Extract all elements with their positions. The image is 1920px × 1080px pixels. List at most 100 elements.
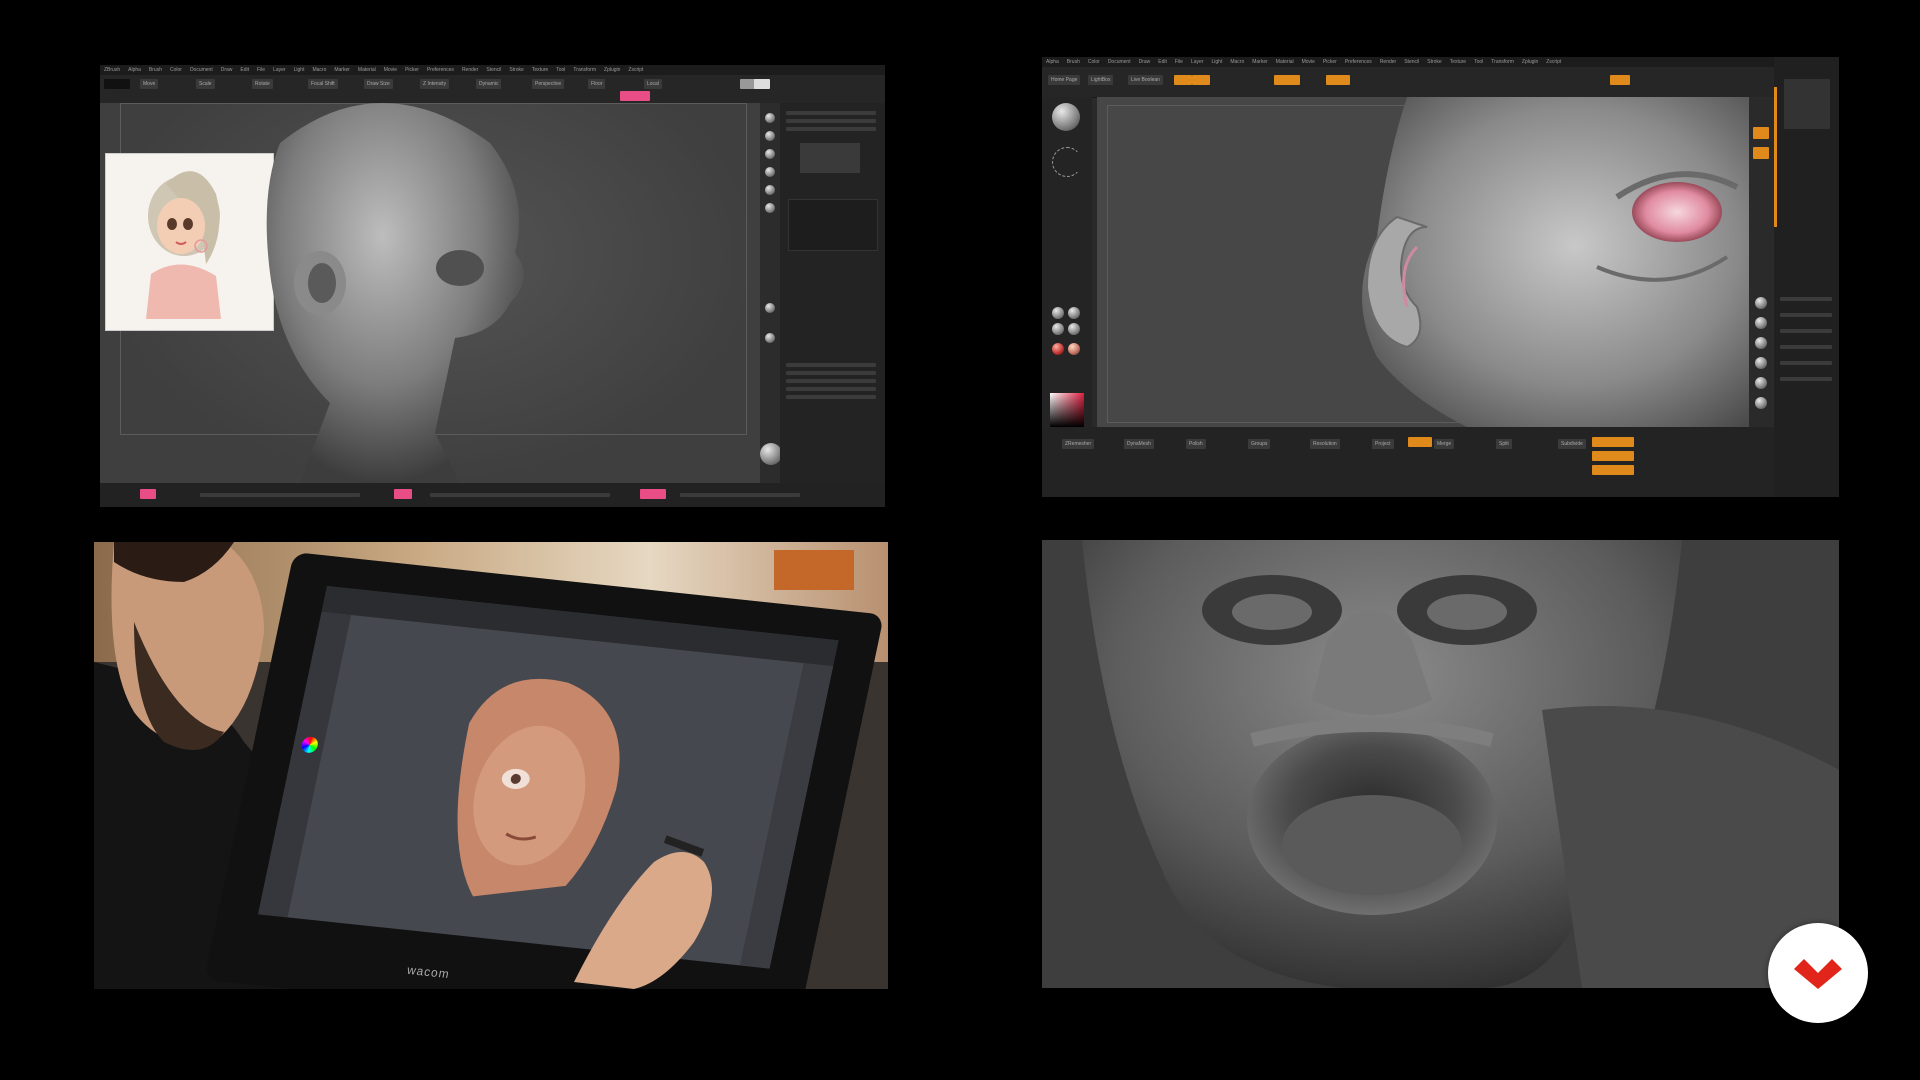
menu-item[interactable]: Render: [1380, 59, 1396, 65]
menu-item[interactable]: Picker: [1323, 59, 1337, 65]
material-sphere-icon[interactable]: [760, 443, 782, 465]
menu-item[interactable]: Transform: [573, 67, 596, 73]
tool-thumb-2[interactable]: [754, 79, 770, 89]
sphere-icon[interactable]: [1755, 397, 1767, 409]
sphere-icon[interactable]: [765, 167, 775, 177]
toolbar-button[interactable]: ZRemesher: [1062, 439, 1095, 449]
sphere-icon[interactable]: [765, 131, 775, 141]
menu-item[interactable]: Macro: [1230, 59, 1244, 65]
draw-button[interactable]: [1192, 75, 1210, 85]
menu-item[interactable]: Texture: [1450, 59, 1466, 65]
sphere-icon[interactable]: [1755, 377, 1767, 389]
bpr-button[interactable]: [1753, 127, 1769, 139]
menu-item[interactable]: Material: [1276, 59, 1294, 65]
menu-item[interactable]: Document: [1108, 59, 1131, 65]
toolbar-button[interactable]: Subdivide: [1558, 439, 1586, 449]
subtool-thumb[interactable]: [800, 143, 860, 173]
menu-item[interactable]: Marker: [334, 67, 350, 73]
sphere-icon[interactable]: [765, 185, 775, 195]
menu-item[interactable]: File: [257, 67, 265, 73]
menu-item[interactable]: Zplugin: [604, 67, 620, 73]
menu-item[interactable]: Render: [462, 67, 478, 73]
menu-item[interactable]: Movie: [1302, 59, 1315, 65]
toolbar-button[interactable]: DynaMesh: [1124, 439, 1154, 449]
stroke-icon[interactable]: [1052, 147, 1082, 177]
material-icon[interactable]: [1068, 307, 1080, 319]
menu-item[interactable]: Material: [358, 67, 376, 73]
menu-item[interactable]: Picker: [405, 67, 419, 73]
edit-button[interactable]: [1174, 75, 1192, 85]
menu-item[interactable]: Color: [170, 67, 182, 73]
subtool-list[interactable]: [788, 199, 878, 251]
toolbar-button[interactable]: Groups: [1248, 439, 1271, 449]
menu-item[interactable]: Transform: [1491, 59, 1514, 65]
menu-item[interactable]: Light: [1211, 59, 1222, 65]
brand-logo-badge[interactable]: [1768, 923, 1868, 1023]
toolbar-button[interactable]: Move: [140, 79, 159, 89]
persp-button[interactable]: [1610, 75, 1630, 85]
menu-item[interactable]: Document: [190, 67, 213, 73]
brush-sphere-icon[interactable]: [1052, 103, 1080, 131]
menu-item[interactable]: Brush: [1067, 59, 1080, 65]
zadd-button[interactable]: [640, 489, 666, 499]
menu-item[interactable]: File: [1175, 59, 1183, 65]
menu-item[interactable]: Edit: [240, 67, 249, 73]
color-picker-icon[interactable]: [1050, 393, 1084, 427]
draw-size-slider[interactable]: [620, 91, 650, 101]
menu-item[interactable]: Layer: [1191, 59, 1204, 65]
menu-item[interactable]: Stencil: [1404, 59, 1419, 65]
viewport[interactable]: [1097, 97, 1749, 427]
toolbar-button[interactable]: LightBox: [1088, 75, 1114, 85]
zremesher-button[interactable]: [1408, 437, 1432, 447]
toolbar-button[interactable]: Split: [1496, 439, 1512, 449]
menu-item[interactable]: Tool: [556, 67, 565, 73]
menu-item[interactable]: Texture: [532, 67, 548, 73]
toolbar-button[interactable]: Merge: [1434, 439, 1455, 449]
toolbar-button[interactable]: Polish: [1186, 439, 1206, 449]
toolbar-button[interactable]: Resolution: [1310, 439, 1340, 449]
subtool-thumb[interactable]: [1784, 79, 1830, 129]
menu-item[interactable]: Preferences: [427, 67, 454, 73]
edit-button[interactable]: [394, 489, 412, 499]
menu-item[interactable]: ZBrush: [104, 67, 120, 73]
sphere-icon[interactable]: [1755, 357, 1767, 369]
color-swatch[interactable]: [104, 79, 130, 89]
mrgb-button[interactable]: [140, 489, 156, 499]
toolbar-button[interactable]: Rotate: [252, 79, 273, 89]
toolbar-button[interactable]: Perspective: [532, 79, 565, 89]
scroll-indicator[interactable]: [1774, 87, 1777, 227]
sphere-icon[interactable]: [765, 113, 775, 123]
menu-item[interactable]: Zscript: [628, 67, 643, 73]
menu-item[interactable]: Draw: [1139, 59, 1151, 65]
menu-item[interactable]: Alpha: [1046, 59, 1059, 65]
toolbar-button[interactable]: Local: [644, 79, 662, 89]
toolbar-button[interactable]: Floor: [588, 79, 606, 89]
menu-item[interactable]: Edit: [1158, 59, 1167, 65]
menu-item[interactable]: Zscript: [1546, 59, 1561, 65]
sphere-icon[interactable]: [1755, 297, 1767, 309]
menu-item[interactable]: Alpha: [128, 67, 141, 73]
menu-item[interactable]: Stroke: [509, 67, 523, 73]
toolbar-button[interactable]: Live Boolean: [1128, 75, 1163, 85]
menu-item[interactable]: Layer: [273, 67, 286, 73]
material-icon[interactable]: [1052, 343, 1064, 355]
sphere-icon[interactable]: [765, 203, 775, 213]
zadd-button[interactable]: [1326, 75, 1350, 85]
sphere-icon[interactable]: [765, 333, 775, 343]
menu-item[interactable]: Stencil: [486, 67, 501, 73]
sphere-icon[interactable]: [765, 149, 775, 159]
menu-item[interactable]: Preferences: [1345, 59, 1372, 65]
toolbar-button[interactable]: Project: [1372, 439, 1394, 449]
dynamesh-button[interactable]: [1592, 437, 1634, 447]
menu-item[interactable]: Macro: [312, 67, 326, 73]
menu-item[interactable]: Movie: [384, 67, 397, 73]
menu-item[interactable]: Color: [1088, 59, 1100, 65]
toolbar-button[interactable]: Z Intensity: [420, 79, 450, 89]
material-icon[interactable]: [1052, 307, 1064, 319]
toolbar-button[interactable]: Home Page: [1048, 75, 1081, 85]
toolbar-button[interactable]: Draw Size: [364, 79, 393, 89]
groups-button[interactable]: [1592, 451, 1634, 461]
sphere-icon[interactable]: [1755, 317, 1767, 329]
material-icon[interactable]: [1068, 323, 1080, 335]
frame-button[interactable]: [1753, 147, 1769, 159]
